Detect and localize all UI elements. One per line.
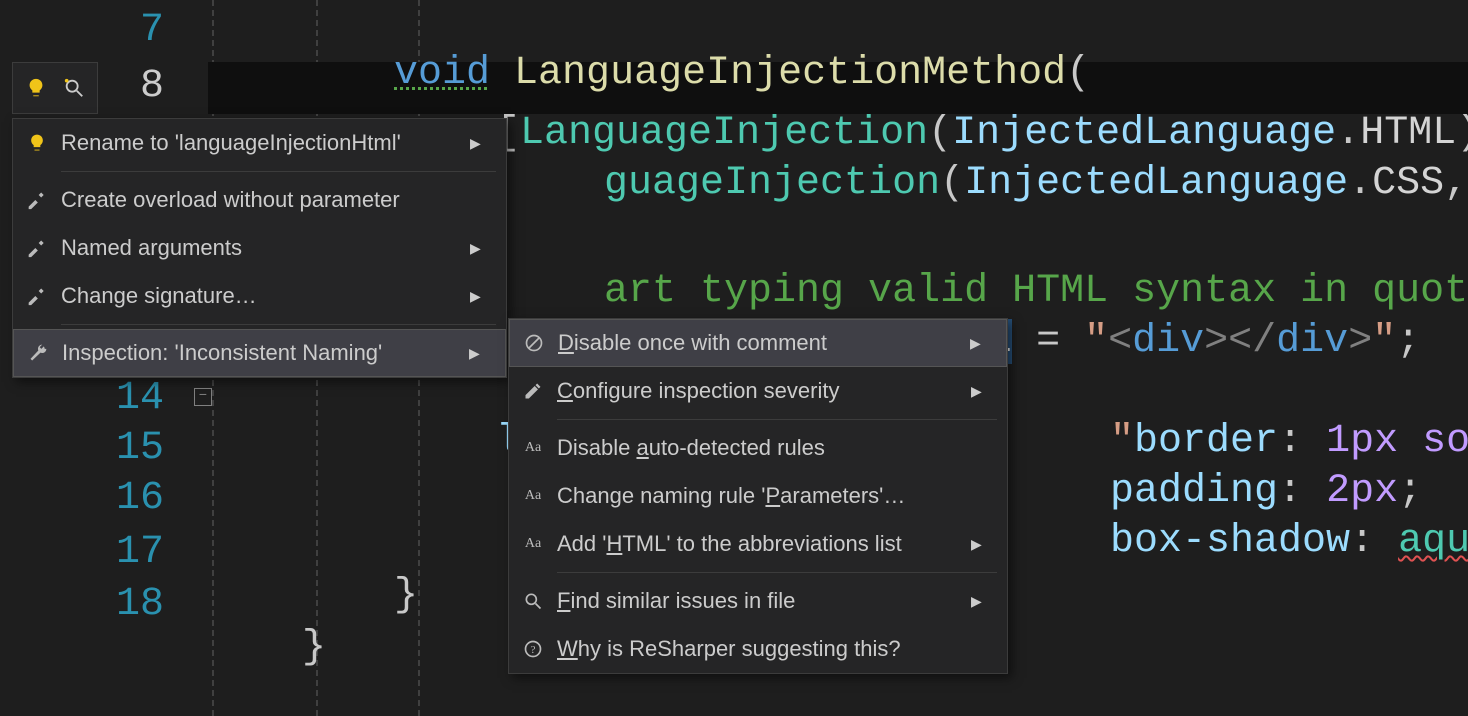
- hammer-icon: [13, 190, 61, 210]
- aa-icon: Aa: [509, 440, 557, 456]
- line-number: 15: [0, 424, 164, 474]
- disable-icon: [510, 333, 558, 353]
- menu-item-named-arguments[interactable]: Named arguments ▶: [13, 224, 506, 272]
- menu-item-change-naming-rule[interactable]: Aa Change naming rule 'Parameters'…: [509, 472, 1007, 520]
- menu-item-label: Disable auto-detected rules: [557, 435, 971, 461]
- menu-item-label: Change signature…: [61, 283, 470, 309]
- hammer-icon: [13, 286, 61, 306]
- menu-item-add-abbreviation[interactable]: Aa Add 'HTML' to the abbreviations list …: [509, 520, 1007, 568]
- submenu-arrow-icon: ▶: [470, 240, 484, 257]
- menu-item-label: Inspection: 'Inconsistent Naming': [62, 340, 469, 366]
- menu-item-label: Named arguments: [61, 235, 470, 261]
- inspect-icon[interactable]: [63, 77, 85, 99]
- menu-item-label: Create overload without parameter: [61, 187, 470, 213]
- submenu-arrow-icon: ▶: [971, 593, 985, 610]
- menu-item-label: Rename to 'languageInjectionHtml': [61, 130, 470, 156]
- code-line-16[interactable]: box-shadow: aquama: [1014, 474, 1468, 609]
- action-indicator-bar[interactable]: [12, 62, 98, 114]
- submenu-arrow-icon: ▶: [470, 288, 484, 305]
- menu-item-rename[interactable]: Rename to 'languageInjectionHtml' ▶: [13, 119, 506, 167]
- menu-item-create-overload[interactable]: Create overload without parameter: [13, 176, 506, 224]
- line-number: 18: [0, 580, 164, 630]
- line-number: 16: [0, 474, 164, 524]
- menu-item-configure-severity[interactable]: Configure inspection severity ▶: [509, 367, 1007, 415]
- menu-item-inspection[interactable]: Inspection: 'Inconsistent Naming' ▶: [13, 329, 506, 377]
- aa-icon: Aa: [509, 488, 557, 504]
- submenu-arrow-icon: ▶: [970, 335, 984, 352]
- inspection-submenu[interactable]: Disable once with comment ▶ Configure in…: [508, 318, 1008, 674]
- submenu-arrow-icon: ▶: [971, 536, 985, 553]
- menu-item-find-similar[interactable]: Find similar issues in file ▶: [509, 577, 1007, 625]
- submenu-arrow-icon: ▶: [469, 345, 483, 362]
- wrench-icon: [14, 343, 62, 363]
- menu-item-label: Configure inspection severity: [557, 378, 971, 404]
- fold-toggle[interactable]: −: [194, 388, 212, 406]
- quickfix-menu[interactable]: Rename to 'languageInjectionHtml' ▶ Crea…: [12, 118, 507, 378]
- menu-item-change-signature[interactable]: Change signature… ▶: [13, 272, 506, 320]
- menu-item-label: Why is ReSharper suggesting this?: [557, 636, 971, 662]
- hammer-icon: [13, 238, 61, 258]
- menu-item-label: Change naming rule 'Parameters'…: [557, 483, 971, 509]
- aa-icon: Aa: [509, 536, 557, 552]
- svg-text:?: ?: [531, 644, 536, 656]
- pencil-icon: [509, 381, 557, 401]
- menu-item-label: Add 'HTML' to the abbreviations list: [557, 531, 971, 557]
- line-number: 14: [0, 374, 164, 424]
- menu-item-disable-auto-rules[interactable]: Aa Disable auto-detected rules: [509, 424, 1007, 472]
- submenu-arrow-icon: ▶: [971, 383, 985, 400]
- submenu-arrow-icon: ▶: [470, 135, 484, 152]
- menu-item-why[interactable]: ? Why is ReSharper suggesting this?: [509, 625, 1007, 673]
- search-icon: [509, 591, 557, 611]
- menu-item-label: Disable once with comment: [558, 330, 970, 356]
- bulb-icon[interactable]: [25, 77, 47, 99]
- menu-item-label: Find similar issues in file: [557, 588, 971, 614]
- code-line-18[interactable]: }: [206, 580, 326, 715]
- line-number: 7: [0, 6, 164, 56]
- line-number: 17: [0, 528, 164, 578]
- menu-item-disable-once[interactable]: Disable once with comment ▶: [509, 319, 1007, 367]
- bulb-icon: [13, 133, 61, 153]
- help-icon: ?: [509, 639, 557, 659]
